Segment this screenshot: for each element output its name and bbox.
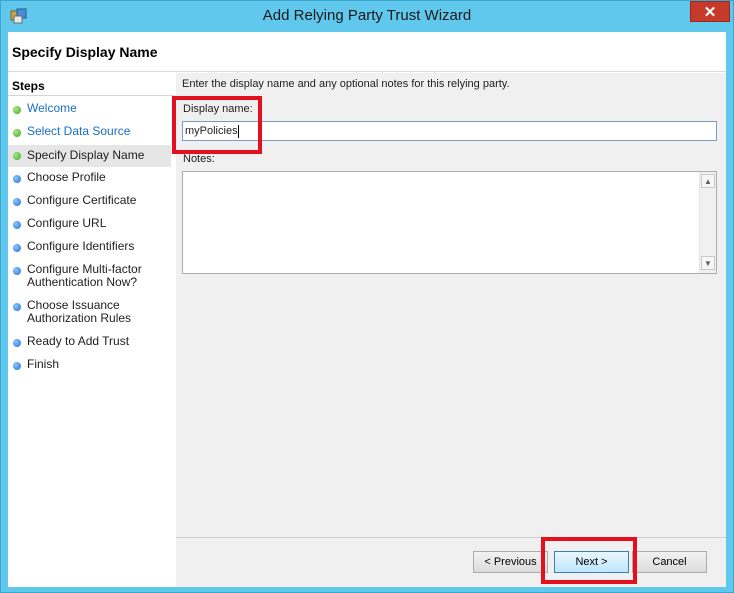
step-choose-profile: Choose Profile: [8, 171, 171, 187]
step-finish: Finish: [8, 358, 171, 374]
next-button[interactable]: Next >: [554, 551, 629, 573]
text-caret: [237, 124, 239, 138]
notes-textarea[interactable]: ▲ ▼: [182, 171, 717, 274]
previous-button[interactable]: < Previous: [473, 551, 548, 573]
step-pending-icon: [13, 267, 21, 275]
step-pending-icon: [13, 244, 21, 252]
step-label: Choose Profile: [27, 170, 106, 184]
step-complete-icon: [13, 129, 21, 137]
steps-divider: [8, 95, 175, 96]
step-configure-certificate: Configure Certificate: [8, 194, 171, 210]
step-pending-icon: [13, 362, 21, 370]
step-configure-url: Configure URL: [8, 217, 171, 233]
button-bar-divider: [176, 537, 726, 538]
step-issuance-authorization-rules: Choose Issuance Authorization Rules: [8, 299, 171, 329]
display-name-label: Display name:: [183, 103, 253, 115]
step-configure-identifiers: Configure Identifiers: [8, 240, 171, 256]
window-title: Add Relying Party Trust Wizard: [262, 7, 472, 24]
step-ready-to-add-trust: Ready to Add Trust: [8, 335, 171, 351]
steps-pane: Steps Welcome Select Data Source Specify…: [8, 73, 175, 587]
cancel-button[interactable]: Cancel: [632, 551, 707, 573]
steps-heading: Steps: [12, 79, 45, 93]
step-label: Choose Issuance Authorization Rules: [27, 298, 132, 325]
notes-label: Notes:: [183, 153, 215, 165]
wizard-header: Specify Display Name: [8, 32, 726, 72]
step-label: Finish: [27, 357, 60, 371]
content-pane: Enter the display name and any optional …: [176, 73, 726, 587]
step-current-icon: [13, 152, 21, 160]
step-select-data-source[interactable]: Select Data Source: [8, 125, 171, 141]
step-configure-mfa: Configure Multi-factor Authentication No…: [8, 263, 171, 293]
step-label: Configure Certificate: [27, 193, 137, 207]
step-label: Configure Identifiers: [27, 239, 135, 253]
step-label: Configure URL: [27, 216, 107, 230]
title-bar[interactable]: Add Relying Party Trust Wizard ✕: [1, 1, 733, 32]
step-pending-icon: [13, 339, 21, 347]
scroll-down-icon[interactable]: ▼: [701, 256, 715, 270]
step-label: Specify Display Name: [27, 148, 145, 162]
wizard-window: Add Relying Party Trust Wizard ✕ Specify…: [0, 0, 734, 593]
step-complete-icon: [13, 106, 21, 114]
page-title: Specify Display Name: [12, 44, 158, 60]
step-label: Select Data Source: [27, 124, 131, 138]
step-specify-display-name: Specify Display Name: [8, 145, 171, 167]
step-label: Welcome: [27, 101, 77, 115]
step-pending-icon: [13, 198, 21, 206]
step-pending-icon: [13, 175, 21, 183]
wizard-client-area: Specify Display Name Steps Welcome Selec…: [8, 32, 726, 587]
close-button[interactable]: ✕: [690, 1, 730, 22]
step-label: Configure Multi-factor Authentication No…: [27, 262, 142, 289]
step-pending-icon: [13, 221, 21, 229]
step-pending-icon: [13, 303, 21, 311]
display-name-value: myPolicies: [185, 125, 238, 137]
notes-scrollbar[interactable]: ▲ ▼: [699, 172, 716, 273]
step-label: Ready to Add Trust: [27, 334, 130, 348]
step-welcome[interactable]: Welcome: [8, 102, 171, 118]
scroll-up-icon[interactable]: ▲: [701, 174, 715, 188]
instruction-text: Enter the display name and any optional …: [182, 78, 510, 90]
display-name-input[interactable]: myPolicies: [182, 121, 717, 141]
close-icon: ✕: [703, 4, 717, 21]
